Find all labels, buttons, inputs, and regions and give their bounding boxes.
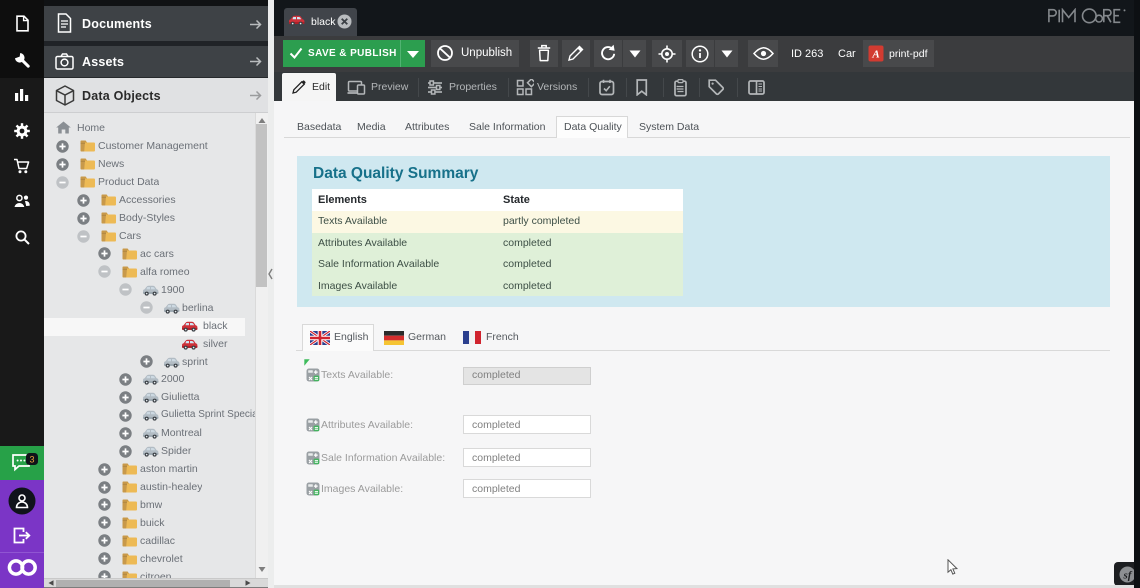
svg-text:A: A (871, 49, 879, 61)
svg-text:sf: sf (1123, 570, 1133, 582)
svg-text:3: 3 (29, 454, 34, 464)
